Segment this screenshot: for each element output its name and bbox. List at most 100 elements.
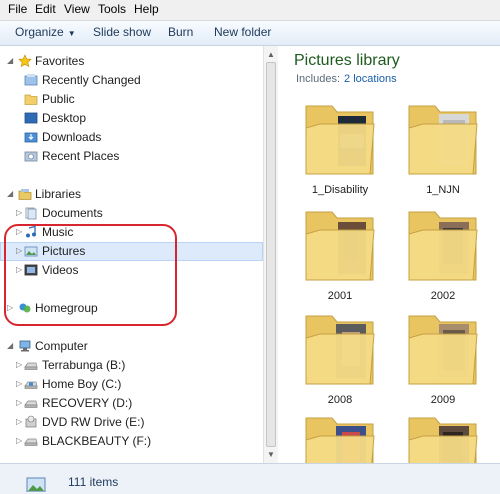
- scroll-up-icon[interactable]: ▲: [267, 50, 275, 59]
- nav-libraries-label: Libraries: [35, 187, 82, 201]
- drive-icon: [24, 362, 38, 370]
- nav-drive-b[interactable]: ▷ Terrabunga (B:): [0, 356, 263, 375]
- nav-drive-e[interactable]: ▷ DVD RW Drive (E:): [0, 413, 263, 432]
- photo-folder-icon: [305, 315, 375, 385]
- new-folder-button[interactable]: New folder: [214, 25, 271, 39]
- folder-item[interactable]: 2001: [300, 204, 380, 304]
- nav-favorites[interactable]: ◢ Favorites: [0, 52, 263, 71]
- nav-drive-d[interactable]: ▷ RECOVERY (D:): [0, 394, 263, 413]
- nav-item-desktop[interactable]: Desktop: [0, 109, 263, 128]
- drive-icon: [24, 400, 38, 408]
- nav-item-recent-places[interactable]: Recent Places: [0, 147, 263, 166]
- nav-item-public[interactable]: Public: [0, 90, 263, 109]
- menu-file[interactable]: File: [8, 2, 27, 16]
- library-title: Pictures library: [294, 52, 400, 69]
- pictures-library-icon: [26, 477, 46, 492]
- chevron-down-icon: ▼: [67, 29, 76, 38]
- menu-tools[interactable]: Tools: [98, 2, 126, 16]
- collapsed-arrow-icon[interactable]: ▷: [16, 437, 24, 445]
- folder-label: 2009: [430, 394, 456, 406]
- nav-libraries[interactable]: ◢ Libraries: [0, 185, 263, 204]
- folder-icon: [24, 94, 38, 105]
- nav-label: Home Boy (C:): [42, 377, 122, 391]
- organize-label: Organize: [15, 25, 64, 39]
- photo-folder-icon: [305, 417, 375, 463]
- nav-label: Desktop: [42, 111, 87, 125]
- folder-item[interactable]: [403, 410, 483, 463]
- folder-label: 2001: [327, 290, 353, 302]
- dvd-drive-icon: [25, 415, 37, 428]
- nav-scrollbar[interactable]: ▲ ▼: [263, 46, 278, 463]
- nav-item-recently-changed[interactable]: Recently Changed: [0, 71, 263, 90]
- collapsed-arrow-icon[interactable]: ▷: [16, 418, 24, 426]
- nav-label: DVD RW Drive (E:): [42, 415, 145, 429]
- folder-item[interactable]: 1_NJN: [403, 98, 483, 198]
- folder-item[interactable]: 2002: [403, 204, 483, 304]
- drive-icon: [24, 438, 38, 446]
- scroll-thumb[interactable]: [266, 62, 276, 447]
- nav-drive-f[interactable]: ▷ BLACKBEAUTY (F:): [0, 432, 263, 451]
- downloads-icon: [24, 132, 38, 143]
- scroll-down-icon[interactable]: ▼: [267, 450, 275, 459]
- status-bar: 111 items: [0, 463, 500, 494]
- nav-label: RECOVERY (D:): [42, 396, 133, 410]
- menu-edit[interactable]: Edit: [35, 2, 56, 16]
- computer-icon: [19, 340, 31, 352]
- folder-label: 2008: [327, 394, 353, 406]
- collapsed-arrow-icon[interactable]: ▷: [16, 399, 24, 407]
- highlight-annotation: [4, 224, 177, 326]
- expanded-arrow-icon[interactable]: ◢: [7, 342, 15, 350]
- documents-icon: [25, 207, 37, 220]
- organize-button[interactable]: Organize ▼: [15, 25, 76, 39]
- nav-computer[interactable]: ◢ Computer: [0, 337, 263, 356]
- nav-label: Downloads: [42, 130, 102, 144]
- libraries-icon: [18, 189, 32, 200]
- photo-folder-icon: [408, 417, 478, 463]
- photo-folder-icon: [305, 105, 375, 175]
- desktop-icon: [24, 112, 38, 124]
- nav-favorites-label: Favorites: [35, 54, 85, 68]
- locations-link[interactable]: 2 locations: [344, 73, 397, 85]
- collapsed-arrow-icon[interactable]: ▷: [16, 361, 24, 369]
- nav-item-documents[interactable]: ▷ Documents: [0, 204, 263, 223]
- folder-item[interactable]: 2009: [403, 308, 483, 408]
- recent-folder-icon: [24, 74, 38, 86]
- nav-label: Recently Changed: [42, 73, 141, 87]
- folder-item[interactable]: [300, 410, 380, 463]
- folder-label: 2002: [430, 290, 456, 302]
- menu-help[interactable]: Help: [134, 2, 159, 16]
- recent-places-icon: [24, 151, 38, 162]
- photo-folder-icon: [305, 211, 375, 281]
- photo-folder-icon: [408, 315, 478, 385]
- expanded-arrow-icon[interactable]: ◢: [7, 57, 15, 65]
- collapsed-arrow-icon[interactable]: ▷: [16, 209, 24, 217]
- content-pane: Pictures library Includes: 2 locations 1_…: [278, 46, 500, 463]
- nav-label: Public: [42, 92, 75, 106]
- folder-item[interactable]: 1_Disability: [300, 98, 380, 198]
- folder-item[interactable]: 2008: [300, 308, 380, 408]
- nav-label: Terrabunga (B:): [42, 358, 126, 372]
- command-bar: Organize ▼ Slide show Burn New folder: [0, 21, 500, 46]
- nav-item-downloads[interactable]: Downloads: [0, 128, 263, 147]
- expanded-arrow-icon[interactable]: ◢: [7, 190, 15, 198]
- folder-label: 1_NJN: [426, 184, 460, 196]
- navigation-pane: ◢ Favorites Recently Changed Public Desk…: [0, 46, 263, 463]
- nav-drive-c[interactable]: ▷ Home Boy (C:): [0, 375, 263, 394]
- folder-label: 1_Disability: [311, 184, 369, 196]
- nav-label: Documents: [42, 206, 103, 220]
- menu-bar: File Edit View Tools Help: [0, 0, 500, 21]
- slideshow-button[interactable]: Slide show: [93, 25, 151, 39]
- item-count: 111 items: [68, 475, 119, 489]
- nav-label: Recent Places: [42, 149, 120, 163]
- burn-button[interactable]: Burn: [168, 25, 193, 39]
- star-icon: [18, 54, 32, 68]
- photo-folder-icon: [408, 211, 478, 281]
- nav-label: BLACKBEAUTY (F:): [42, 434, 152, 448]
- includes-label: Includes:: [296, 73, 341, 85]
- library-includes: Includes: 2 locations: [296, 73, 397, 85]
- menu-view[interactable]: View: [64, 2, 90, 16]
- photo-folder-icon: [408, 105, 478, 175]
- collapsed-arrow-icon[interactable]: ▷: [16, 380, 24, 388]
- nav-computer-label: Computer: [35, 339, 88, 353]
- system-drive-icon: [24, 381, 38, 389]
